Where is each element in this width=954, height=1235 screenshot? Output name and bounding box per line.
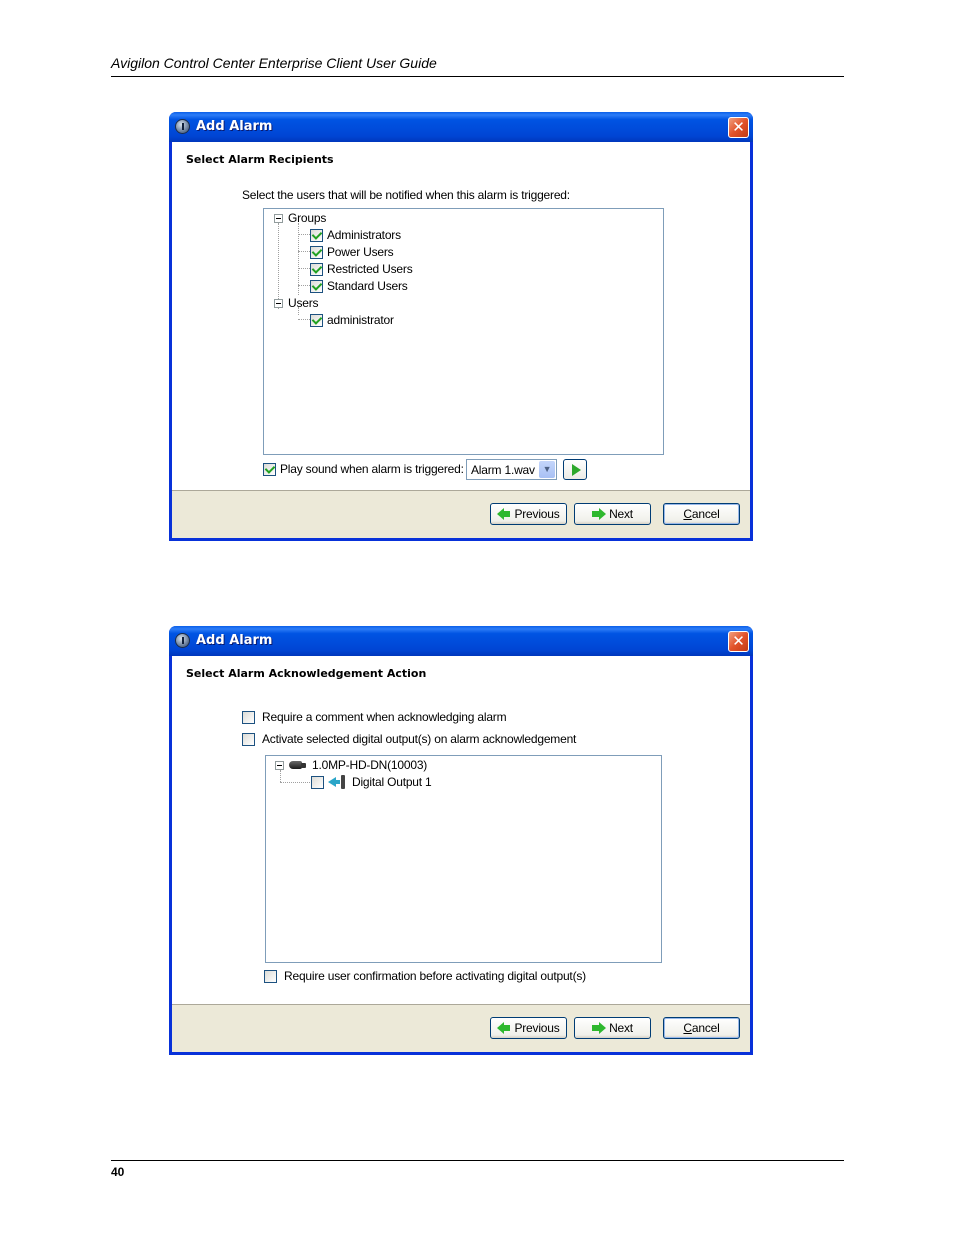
previous-button[interactable]: Previous [490,503,567,525]
recipients-tree[interactable]: Groups Administrators Power Users Restri… [263,208,664,455]
document-title: Avigilon Control Center Enterprise Clien… [111,55,437,71]
dialog-content: Select Alarm Acknowledgement Action Requ… [172,656,750,1004]
cancel-button[interactable]: Cancel [663,1017,740,1039]
checkbox[interactable] [310,262,323,276]
window-title: Add Alarm [196,119,273,134]
next-label: Next [609,1021,633,1035]
tree-item-label: Standard Users [327,279,408,293]
arrow-right-icon [592,508,607,520]
require-confirmation-option[interactable]: Require user confirmation before activat… [264,968,586,984]
tree-line [298,234,310,235]
tree-item-label: Power Users [327,245,394,259]
close-button[interactable]: ✕ [728,631,749,652]
require-comment-option[interactable]: Require a comment when acknowledging ala… [242,709,507,725]
cancel-mnemonic: C [683,507,692,521]
next-label: Next [609,507,633,521]
tree-item-restricted-users[interactable]: Restricted Users [310,261,413,277]
close-icon: ✕ [732,632,745,650]
checkbox[interactable] [310,313,323,327]
camera-icon [289,760,307,770]
checkbox[interactable] [311,775,324,789]
checkbox[interactable] [310,245,323,259]
collapse-icon[interactable] [274,213,283,223]
digital-output-tree[interactable]: 1.0MP-HD-DN(10003) Digital Output 1 [265,755,662,963]
checkbox[interactable] [310,279,323,293]
activate-output-checkbox[interactable] [242,732,255,746]
tree-item-label: administrator [327,313,394,327]
collapse-icon[interactable] [275,760,284,770]
document-header: Avigilon Control Center Enterprise Clien… [111,55,844,77]
previous-button[interactable]: Previous [490,1017,567,1039]
app-icon [175,119,190,134]
checkbox[interactable] [310,228,323,242]
sound-select-value: Alarm 1.wav [471,463,535,477]
tree-item-standard-users[interactable]: Standard Users [310,278,408,294]
close-button[interactable]: ✕ [728,117,749,138]
section-title: Select Alarm Acknowledgement Action [186,667,427,680]
tree-item-power-users[interactable]: Power Users [310,244,394,260]
tree-line [280,782,310,783]
instruction-text: Select the users that will be notified w… [242,188,570,202]
add-alarm-acknowledgement-dialog: Add Alarm ✕ Select Alarm Acknowledgement… [169,626,753,1055]
dialog-footer: Previous Next Cancel [172,490,750,538]
play-sound-option[interactable]: Play sound when alarm is triggered: [263,461,464,477]
tree-line [298,268,310,269]
tree-item-label: Digital Output 1 [352,775,432,789]
collapse-icon[interactable] [274,298,283,308]
arrow-left-icon [497,1022,511,1034]
document-footer: 40 [111,1160,844,1179]
next-button[interactable]: Next [574,1017,651,1039]
cancel-label: ancel [691,1021,720,1035]
dialog-footer: Previous Next Cancel [172,1004,750,1052]
tree-line [298,285,310,286]
tree-node-label: Groups [288,211,327,225]
require-comment-label: Require a comment when acknowledging ala… [262,710,507,724]
app-icon [175,633,190,648]
tree-item-label: Restricted Users [327,262,413,276]
title-bar[interactable]: Add Alarm ✕ [169,112,753,142]
cancel-button[interactable]: Cancel [663,503,740,525]
play-sound-checkbox[interactable] [263,462,276,476]
tree-node-label: Users [288,296,319,310]
tree-line [298,319,310,320]
chevron-down-icon[interactable]: ▼ [539,461,555,478]
close-icon: ✕ [732,118,745,136]
tree-item-administrator[interactable]: administrator [310,312,394,328]
window-title: Add Alarm [196,633,273,648]
cancel-mnemonic: C [683,1021,692,1035]
tree-line [298,251,310,252]
add-alarm-recipients-dialog: Add Alarm ✕ Select Alarm Recipients Sele… [169,112,753,541]
require-confirmation-checkbox[interactable] [264,969,277,983]
page-number: 40 [111,1165,125,1179]
previous-label: Previous [514,507,560,521]
require-confirmation-label: Require user confirmation before activat… [284,969,586,983]
arrow-right-icon [592,1022,607,1034]
tree-item-administrators[interactable]: Administrators [310,227,401,243]
arrow-left-icon [497,508,511,520]
cancel-label: ancel [691,507,720,521]
play-sound-button[interactable] [563,459,587,480]
tree-node-device[interactable]: 1.0MP-HD-DN(10003) [275,757,427,773]
dialog-content: Select Alarm Recipients Select the users… [172,142,750,490]
next-button[interactable]: Next [574,503,651,525]
section-title: Select Alarm Recipients [186,153,334,166]
sound-select[interactable]: Alarm 1.wav ▼ [466,459,557,480]
require-comment-checkbox[interactable] [242,710,255,724]
digital-output-icon [328,775,348,789]
activate-output-option[interactable]: Activate selected digital output(s) on a… [242,731,576,747]
activate-output-label: Activate selected digital output(s) on a… [262,732,577,746]
tree-item-label: Administrators [327,228,401,242]
previous-label: Previous [514,1021,560,1035]
tree-node-groups[interactable]: Groups [274,210,326,226]
tree-item-digital-output-1[interactable]: Digital Output 1 [311,774,432,790]
play-sound-label: Play sound when alarm is triggered: [280,462,464,476]
tree-node-users[interactable]: Users [274,295,319,311]
device-label: 1.0MP-HD-DN(10003) [312,758,428,772]
title-bar[interactable]: Add Alarm ✕ [169,626,753,656]
